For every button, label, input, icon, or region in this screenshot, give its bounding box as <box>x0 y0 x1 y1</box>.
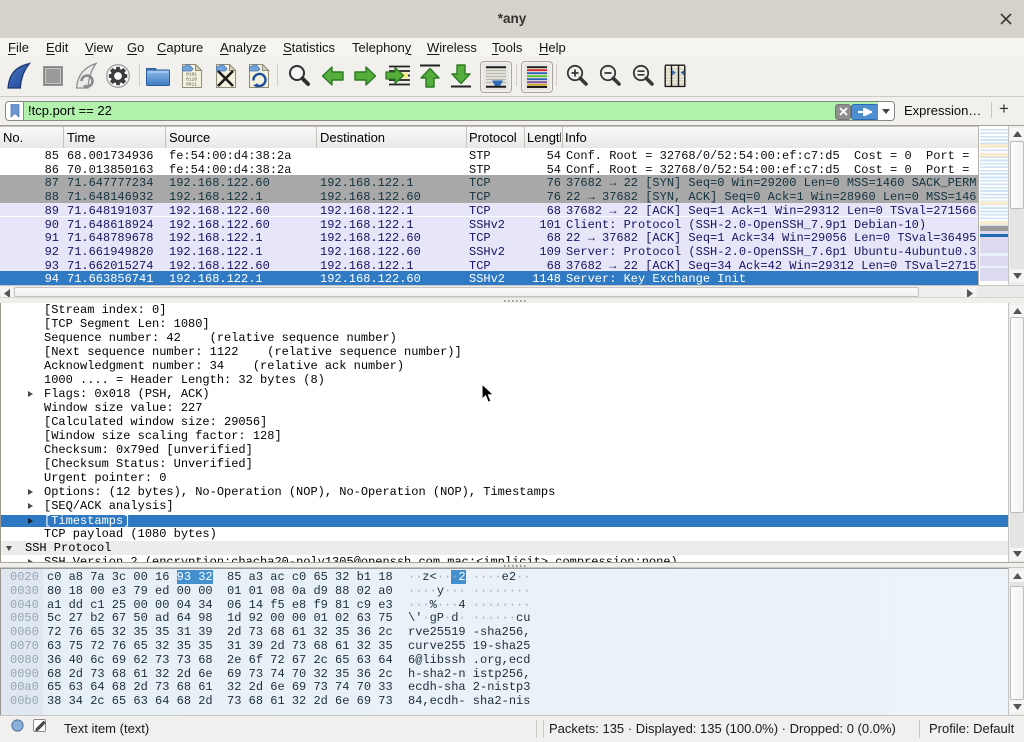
svg-text:0011: 0011 <box>186 82 197 88</box>
